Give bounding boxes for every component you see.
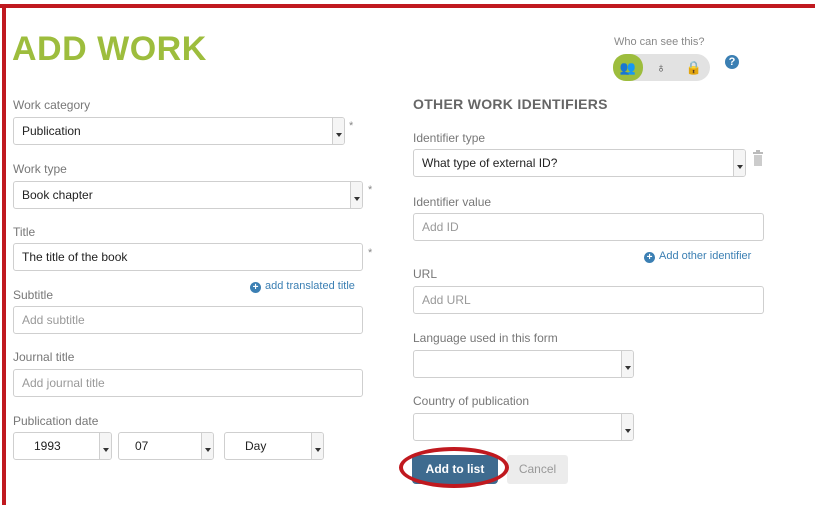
chevron-down-icon <box>99 433 111 459</box>
chevron-down-icon <box>311 433 323 459</box>
add-other-identifier-link[interactable]: + Add other identifier <box>644 250 751 263</box>
visibility-label: Who can see this? <box>614 36 705 48</box>
chevron-down-icon <box>733 150 745 176</box>
url-placeholder: Add URL <box>422 293 471 307</box>
subtitle-input[interactable]: Add subtitle <box>13 306 363 334</box>
add-translated-title-link[interactable]: + add translated title <box>250 280 355 293</box>
title-value: The title of the book <box>22 250 128 264</box>
visibility-everyone-button[interactable]: 👥 <box>613 54 643 81</box>
help-icon[interactable]: ? <box>725 55 739 69</box>
day-value: Day <box>245 439 267 453</box>
page-title: ADD WORK <box>12 30 207 68</box>
identifier-type-value: What type of external ID? <box>422 156 558 170</box>
required-marker: * <box>368 184 373 196</box>
highlight-ring <box>399 447 509 488</box>
country-label: Country of publication <box>413 394 530 408</box>
chevron-down-icon <box>201 433 213 459</box>
chevron-down-icon <box>621 351 633 377</box>
subtitle-placeholder: Add subtitle <box>22 313 85 327</box>
country-select[interactable] <box>413 413 634 441</box>
chevron-down-icon <box>621 414 633 440</box>
language-select[interactable] <box>413 350 634 378</box>
journal-title-placeholder: Add journal title <box>22 376 105 390</box>
subtitle-label: Subtitle <box>13 288 54 302</box>
required-marker: * <box>368 247 373 259</box>
identifier-value-input[interactable]: Add ID <box>413 213 764 241</box>
trusted-person-icon: ♁ <box>656 60 666 75</box>
journal-title-input[interactable]: Add journal title <box>13 369 363 397</box>
url-label: URL <box>413 267 438 281</box>
work-category-select[interactable]: Publication <box>13 117 345 145</box>
work-category-label: Work category <box>13 98 91 112</box>
identifier-value-label: Identifier value <box>413 195 492 209</box>
work-type-value: Book chapter <box>22 188 93 202</box>
highlight-frame-top <box>0 4 815 8</box>
title-input[interactable]: The title of the book <box>13 243 363 271</box>
plus-circle-icon: + <box>644 252 655 263</box>
chevron-down-icon <box>332 118 344 144</box>
visibility-trusted-button[interactable]: ♁ <box>646 54 676 81</box>
chevron-down-icon <box>350 182 362 208</box>
trash-icon[interactable] <box>752 150 764 166</box>
identifier-value-placeholder: Add ID <box>422 220 459 234</box>
identifier-type-label: Identifier type <box>413 131 486 145</box>
required-marker: * <box>349 120 354 132</box>
visibility-selector: 👥 ♁ 🔒 <box>613 54 710 81</box>
url-input[interactable]: Add URL <box>413 286 764 314</box>
work-type-select[interactable]: Book chapter <box>13 181 363 209</box>
group-icon: 👥 <box>619 60 637 75</box>
year-select[interactable]: 1993 <box>13 432 112 460</box>
work-category-value: Publication <box>22 124 81 138</box>
month-select[interactable]: 07 <box>118 432 214 460</box>
identifier-type-select[interactable]: What type of external ID? <box>413 149 746 177</box>
journal-title-label: Journal title <box>13 350 75 364</box>
highlight-frame-left <box>2 4 6 505</box>
plus-circle-icon: + <box>250 282 261 293</box>
identifiers-section-title: OTHER WORK IDENTIFIERS <box>413 96 608 112</box>
language-label: Language used in this form <box>413 331 558 345</box>
visibility-private-button[interactable]: 🔒 <box>679 54 709 81</box>
title-label: Title <box>13 225 36 239</box>
year-value: 1993 <box>34 439 61 453</box>
day-select[interactable]: Day <box>224 432 324 460</box>
cancel-button[interactable]: Cancel <box>507 455 568 484</box>
month-value: 07 <box>135 439 149 453</box>
lock-icon: 🔒 <box>685 60 703 75</box>
work-type-label: Work type <box>13 162 67 176</box>
publication-date-label: Publication date <box>13 414 99 428</box>
